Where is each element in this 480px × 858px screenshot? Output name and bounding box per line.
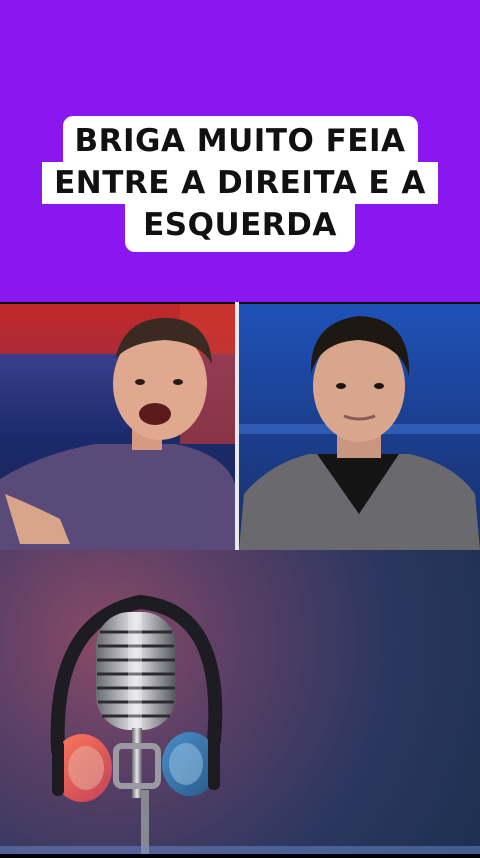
speaking-man-figure (0, 304, 235, 550)
caption-line-1: BRIGA MUITO FEIA (62, 116, 418, 162)
caption-line-3: ESQUERDA (125, 204, 355, 252)
listening-man-figure (239, 316, 480, 550)
video-caption: BRIGA MUITO FEIA ENTRE A DIREITA E A ESQ… (0, 116, 480, 252)
microphone-with-headphones-icon (0, 594, 480, 854)
video-divider (235, 302, 239, 550)
split-screen-video[interactable] (0, 302, 480, 550)
right-video-panel (239, 304, 480, 550)
caption-line-2: ENTRE A DIREITA E A (42, 162, 438, 204)
podcast-illustration (0, 550, 480, 854)
left-video-panel (0, 304, 235, 550)
